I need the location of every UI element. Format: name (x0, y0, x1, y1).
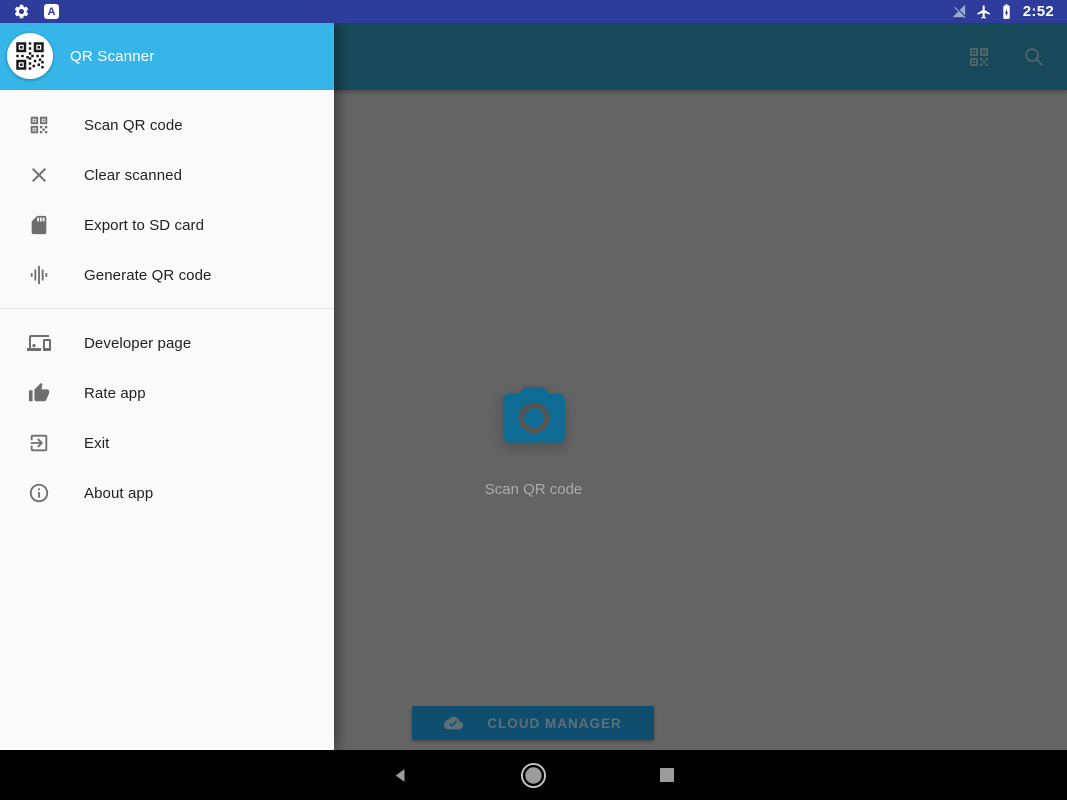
drawer-item-exit[interactable]: Exit (0, 418, 334, 468)
drawer-menu: Scan QR code Clear scanned Export to SD … (0, 90, 334, 750)
drawer-header: QR Scanner (0, 23, 334, 90)
status-bar: A 2:52 (0, 0, 1067, 23)
drawer-divider (0, 308, 334, 309)
drawer-item-label: Clear scanned (84, 166, 183, 184)
recents-button[interactable] (649, 750, 685, 800)
scan-qr-label: Scan QR code (484, 481, 583, 498)
drawer-item-rate-app[interactable]: Rate app (0, 368, 334, 418)
system-nav-bar (0, 750, 1067, 800)
drawer-item-label: Generate QR code (84, 266, 212, 284)
qr-code-icon (27, 113, 51, 137)
drawer-item-about-app[interactable]: About app (0, 468, 334, 518)
sd-card-icon (27, 213, 51, 237)
qr-code-action-icon[interactable] (967, 45, 991, 69)
no-signal-icon (952, 4, 967, 19)
drawer-app-title: QR Scanner (70, 48, 155, 65)
app-logo (7, 33, 53, 79)
drawer-item-label: Scan QR code (84, 116, 183, 134)
cloud-manager-label: CLOUD MANAGER (487, 715, 622, 731)
back-button[interactable] (382, 750, 418, 800)
clear-x-icon (27, 163, 51, 187)
cloud-manager-button[interactable]: CLOUD MANAGER (412, 706, 654, 740)
app-notification-a-icon: A (44, 4, 59, 19)
drawer-item-clear-scanned[interactable]: Clear scanned (0, 150, 334, 200)
drawer-item-export-sd[interactable]: Export to SD card (0, 200, 334, 250)
status-time: 2:52 (1022, 3, 1054, 20)
drawer-item-label: Export to SD card (84, 216, 205, 234)
home-button[interactable] (515, 750, 551, 800)
cloud-done-icon (444, 715, 464, 731)
drawer-item-label: Exit (84, 434, 110, 452)
drawer-item-label: Rate app (84, 384, 146, 402)
devices-icon (27, 331, 51, 355)
drawer-item-label: Developer page (84, 334, 192, 352)
drawer-item-developer-page[interactable]: Developer page (0, 318, 334, 368)
graphic-eq-icon (27, 263, 51, 287)
drawer-item-generate-qr[interactable]: Generate QR code (0, 250, 334, 300)
battery-charging-icon (1001, 3, 1012, 20)
search-icon[interactable] (1023, 46, 1045, 68)
airplane-mode-icon (976, 4, 992, 20)
exit-to-app-icon (27, 431, 51, 455)
settings-gear-icon (13, 3, 30, 20)
drawer-item-label: About app (84, 484, 154, 502)
drawer-item-scan-qr-code[interactable]: Scan QR code (0, 100, 334, 150)
camera-icon[interactable] (496, 381, 572, 455)
thumb-up-icon (27, 381, 51, 405)
info-icon (27, 481, 51, 505)
screen: A 2:52 Scan QR code CLOUD MANAGER QR Sca… (0, 0, 1067, 800)
navigation-drawer: QR Scanner Scan QR code Clear scanned Ex… (0, 23, 334, 750)
